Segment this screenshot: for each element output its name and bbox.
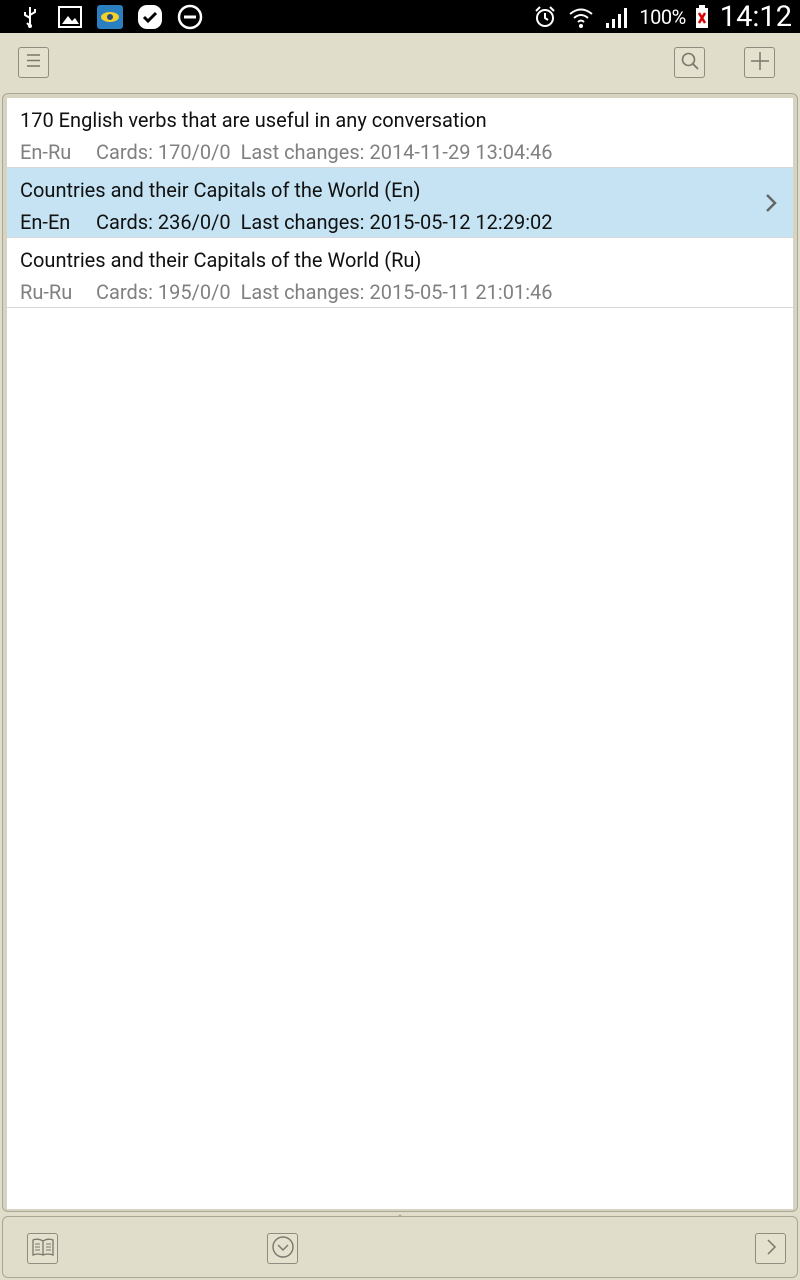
list-item[interactable]: 170 English verbs that are useful in any… — [7, 98, 793, 168]
top-toolbar — [0, 33, 800, 93]
list-item[interactable]: Countries and their Capitals of the Worl… — [7, 238, 793, 308]
menu-lines-icon — [25, 53, 42, 72]
dictionary-title: 170 English verbs that are useful in any… — [20, 108, 487, 132]
dictionary-title: Countries and their Capitals of the Worl… — [20, 248, 422, 272]
dictionary-title: Countries and their Capitals of the Worl… — [20, 178, 421, 202]
search-button[interactable] — [674, 47, 705, 78]
dictionary-list: 170 English verbs that are useful in any… — [7, 98, 793, 1209]
search-icon — [680, 51, 700, 75]
card-count: Cards: 236/0/0 — [96, 210, 231, 234]
circle-chevron-icon — [271, 1235, 295, 1263]
last-changes: Last changes: 2014-11-29 13:04:46 — [240, 140, 553, 164]
dictionary-meta: Ru-Ru Cards: 195/0/0 Last changes: 2015-05… — [20, 280, 553, 304]
dictionary-meta: En-Ru Cards: 170/0/0 Last changes: 2014-11… — [20, 140, 553, 164]
last-changes: Last changes: 2015-05-11 21:01:46 — [240, 280, 553, 304]
last-changes: Last changes: 2015-05-12 12:29:02 — [240, 210, 553, 234]
next-button[interactable] — [755, 1233, 786, 1264]
card-count: Cards: 170/0/0 — [96, 140, 231, 164]
card-count: Cards: 195/0/0 — [96, 280, 231, 304]
open-book-icon — [31, 1237, 55, 1261]
status-bar: 100% 14:12 — [0, 0, 800, 34]
alarm-icon — [531, 3, 559, 31]
language-pair: Ru-Ru — [20, 280, 73, 304]
chevron-right-icon[interactable] — [761, 192, 781, 214]
menu-button[interactable] — [18, 47, 49, 78]
signal-icon — [603, 3, 631, 31]
chevron-right-icon — [763, 1237, 779, 1261]
dictionary-meta: En-En Cards: 236/0/0 Last changes: 2015-05… — [20, 210, 553, 234]
app-notification-icon — [96, 3, 124, 31]
plus-icon — [750, 51, 770, 75]
usb-icon — [16, 3, 44, 31]
book-button[interactable] — [27, 1233, 58, 1264]
add-button[interactable] — [744, 47, 775, 78]
check-badge-icon — [136, 3, 164, 31]
battery-icon — [694, 3, 710, 31]
center-button[interactable] — [267, 1233, 298, 1264]
wifi-icon — [567, 3, 595, 31]
battery-percent: 100% — [639, 4, 686, 29]
do-not-disturb-icon — [176, 3, 204, 31]
clock: 14:12 — [719, 0, 792, 34]
bottom-toolbar — [2, 1216, 798, 1278]
language-pair: En-En — [20, 210, 71, 234]
language-pair: En-Ru — [20, 140, 72, 164]
list-item-selected[interactable]: Countries and their Capitals of the Worl… — [7, 168, 793, 238]
image-icon — [56, 3, 84, 31]
